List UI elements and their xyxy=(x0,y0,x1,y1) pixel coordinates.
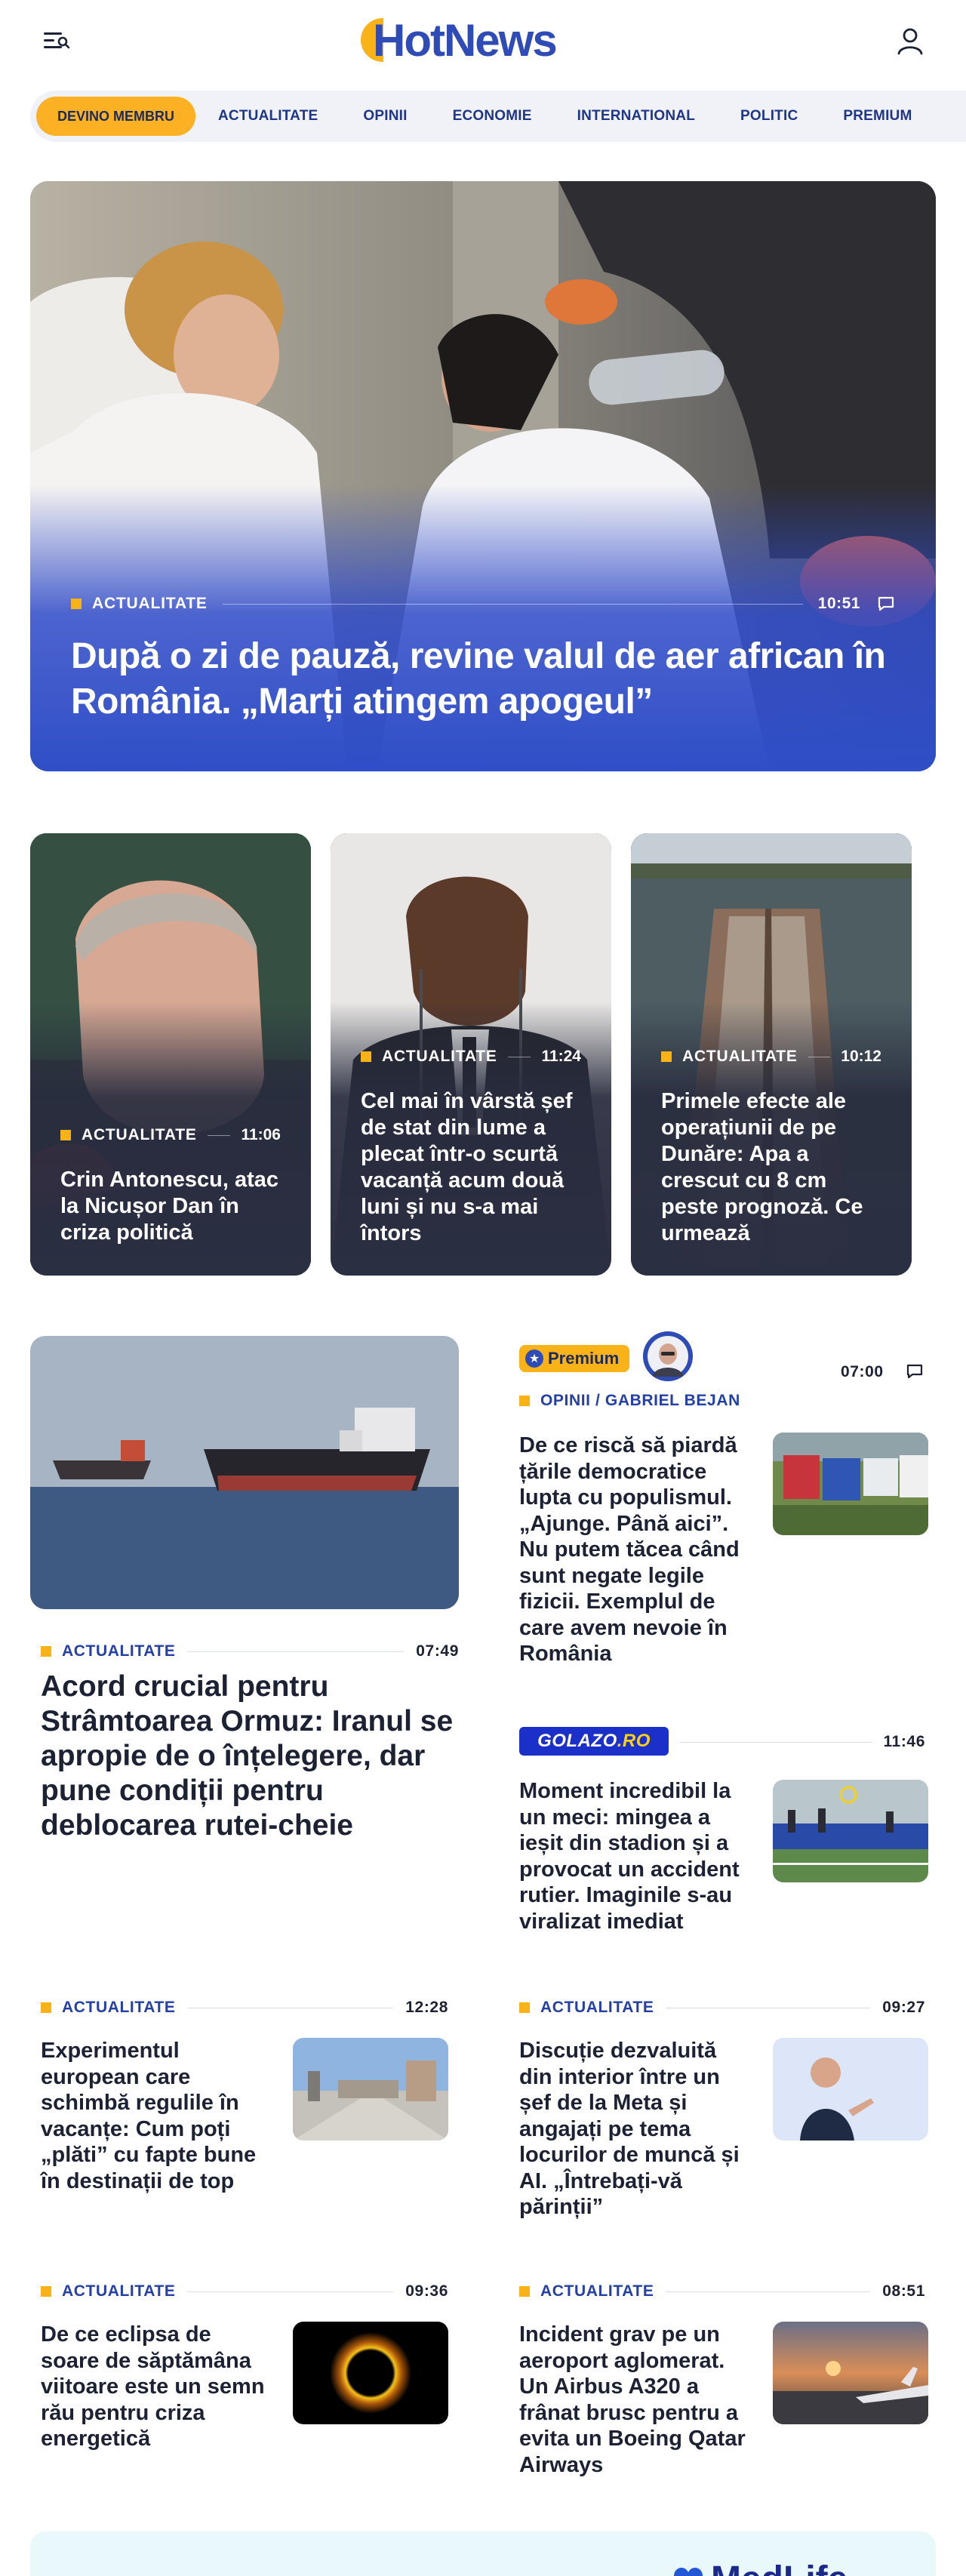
card-time: 11:24 xyxy=(541,1048,581,1065)
card-category[interactable]: ACTUALITATE xyxy=(682,1048,798,1066)
category-marker xyxy=(71,599,82,609)
category-marker xyxy=(519,1396,530,1406)
opinion-title[interactable]: De ce riscă să piardă țările democratice… xyxy=(519,1433,746,1667)
golazo-logo[interactable]: GOLAZO .RO xyxy=(519,1727,669,1756)
article-title[interactable]: De ce eclipsa de soare de săptămâna viit… xyxy=(41,2322,267,2452)
article-category[interactable]: ACTUALITATE xyxy=(62,2282,175,2301)
nav-item-premium[interactable]: PREMIUM xyxy=(843,108,912,125)
article-thumbnail[interactable] xyxy=(773,2322,928,2424)
logo-text: HotNews xyxy=(373,14,558,66)
category-marker xyxy=(60,1130,71,1140)
premium-badge[interactable]: ★ Premium xyxy=(519,1345,630,1372)
hero-meta: ACTUALITATE 10:51 xyxy=(71,595,895,613)
promo-banner[interactable]: MedLife xyxy=(30,2531,936,2576)
divider xyxy=(679,1741,872,1743)
article-thumbnail[interactable] xyxy=(773,2038,928,2141)
nav-item-politic[interactable]: POLITIC xyxy=(740,108,798,125)
card-title[interactable]: Cel mai în vârstă șef de stat din lume a… xyxy=(361,1088,584,1247)
nav-item-economie[interactable]: ECONOMIE xyxy=(453,108,532,125)
card-category[interactable]: ACTUALITATE xyxy=(382,1048,497,1066)
card-meta: ACTUALITATE 10:12 xyxy=(661,1048,881,1066)
main-story-image[interactable] xyxy=(30,1336,459,1609)
article-card[interactable]: ACTUALITATE 10:12 Primele efecte ale ope… xyxy=(631,833,912,1276)
article-time: 09:36 xyxy=(405,2282,448,2300)
become-member-button[interactable]: DEVINO MEMBRU xyxy=(36,97,196,136)
card-meta: ACTUALITATE 11:24 xyxy=(361,1048,581,1066)
opinion-time: 07:00 xyxy=(841,1363,884,1380)
golazo-time: 11:46 xyxy=(883,1733,925,1750)
article-category[interactable]: ACTUALITATE xyxy=(62,1999,175,2017)
opinion-thumbnail[interactable] xyxy=(773,1433,928,1535)
article-card[interactable]: ACTUALITATE 11:24 Cel mai în vârstă șef … xyxy=(331,833,611,1276)
divider xyxy=(666,2291,871,2292)
divider xyxy=(187,1651,405,1652)
category-marker xyxy=(661,1051,672,1062)
category-marker xyxy=(519,2286,530,2297)
hero-gradient xyxy=(30,485,936,771)
golazo-thumbnail[interactable] xyxy=(773,1780,928,1882)
article-meta: ACTUALITATE 09:27 xyxy=(519,1999,925,2017)
article-title[interactable]: Incident grav pe un aeroport aglomerat. … xyxy=(519,2322,746,2478)
article-time: 08:51 xyxy=(882,2282,925,2300)
hero-article[interactable]: ACTUALITATE 10:51 După o zi de pauză, re… xyxy=(30,181,936,771)
article-meta: ACTUALITATE 12:28 xyxy=(41,1999,448,2017)
article-title[interactable]: Experimentul european care schimbă regul… xyxy=(41,2038,267,2194)
golazo-title[interactable]: Moment incredibil la un meci: mingea a i… xyxy=(519,1778,746,1934)
category-marker xyxy=(41,2002,51,2013)
premium-label: Premium xyxy=(548,1349,620,1368)
golazo-meta: 11:46 xyxy=(679,1733,925,1751)
opinion-category[interactable]: OPINII / GABRIEL BEJAN xyxy=(540,1392,740,1410)
menu-icon[interactable] xyxy=(42,29,72,53)
site-header: HotNews xyxy=(0,0,966,83)
article-card[interactable]: ACTUALITATE 11:06 Crin Antonescu, atac l… xyxy=(30,833,311,1276)
divider xyxy=(207,1134,231,1136)
medlife-logo: MedLife xyxy=(672,2559,848,2576)
hero-title[interactable]: După o zi de pauză, revine valul de aer … xyxy=(71,634,895,725)
article-meta: ACTUALITATE 09:36 xyxy=(41,2282,448,2301)
card-time: 11:06 xyxy=(241,1126,281,1143)
category-marker xyxy=(519,2002,530,2013)
article-meta: ACTUALITATE 08:51 xyxy=(519,2282,925,2301)
nav-item-opinii[interactable]: OPINII xyxy=(363,108,407,125)
article-time: 12:28 xyxy=(405,1999,448,2016)
category-marker xyxy=(361,1051,371,1062)
category-marker xyxy=(41,2286,51,2297)
star-icon: ★ xyxy=(525,1350,543,1368)
nav-item-international[interactable]: INTERNATIONAL xyxy=(577,108,695,125)
article-thumbnail[interactable] xyxy=(293,2322,448,2424)
card-category[interactable]: ACTUALITATE xyxy=(82,1126,197,1144)
main-story-meta: ACTUALITATE 07:49 xyxy=(41,1642,459,1660)
main-story-time: 07:49 xyxy=(416,1642,459,1660)
opinion-meta: OPINII / GABRIEL BEJAN xyxy=(519,1392,740,1410)
golazo-brand-suffix: .RO xyxy=(617,1731,651,1751)
article-category[interactable]: ACTUALITATE xyxy=(540,1999,654,2017)
comment-icon[interactable] xyxy=(906,1363,924,1380)
divider xyxy=(187,2291,394,2292)
main-nav: DEVINO MEMBRU ACTUALITATE OPINII ECONOMI… xyxy=(30,91,966,142)
divider xyxy=(222,603,803,605)
article-thumbnail[interactable] xyxy=(293,2038,448,2141)
hero-time: 10:51 xyxy=(817,595,860,612)
article-time: 09:27 xyxy=(882,1999,925,2016)
article-title[interactable]: Discuție dezvaluită din interior între u… xyxy=(519,2038,746,2221)
main-story-title[interactable]: Acord crucial pentru Strâmtoarea Ormuz: … xyxy=(41,1670,463,1843)
nav-item-actualitate[interactable]: ACTUALITATE xyxy=(218,108,318,125)
user-icon[interactable] xyxy=(895,26,925,56)
card-title[interactable]: Primele efecte ale operațiunii de pe Dun… xyxy=(661,1088,884,1247)
hero-category[interactable]: ACTUALITATE xyxy=(92,595,208,613)
author-avatar[interactable] xyxy=(643,1331,693,1381)
category-marker xyxy=(41,1646,51,1657)
hotnews-logo[interactable]: HotNews xyxy=(361,14,558,66)
heart-icon xyxy=(674,2567,703,2576)
card-title[interactable]: Crin Antonescu, atac la Nicușor Dan în c… xyxy=(60,1167,284,1246)
article-category[interactable]: ACTUALITATE xyxy=(540,2282,654,2301)
card-time: 10:12 xyxy=(841,1048,881,1065)
main-story-category[interactable]: ACTUALITATE xyxy=(62,1642,175,1660)
card-meta: ACTUALITATE 11:06 xyxy=(60,1126,281,1144)
golazo-brand: GOLAZO xyxy=(537,1731,617,1751)
comment-icon[interactable] xyxy=(877,596,895,612)
medlife-text: MedLife xyxy=(711,2559,848,2576)
